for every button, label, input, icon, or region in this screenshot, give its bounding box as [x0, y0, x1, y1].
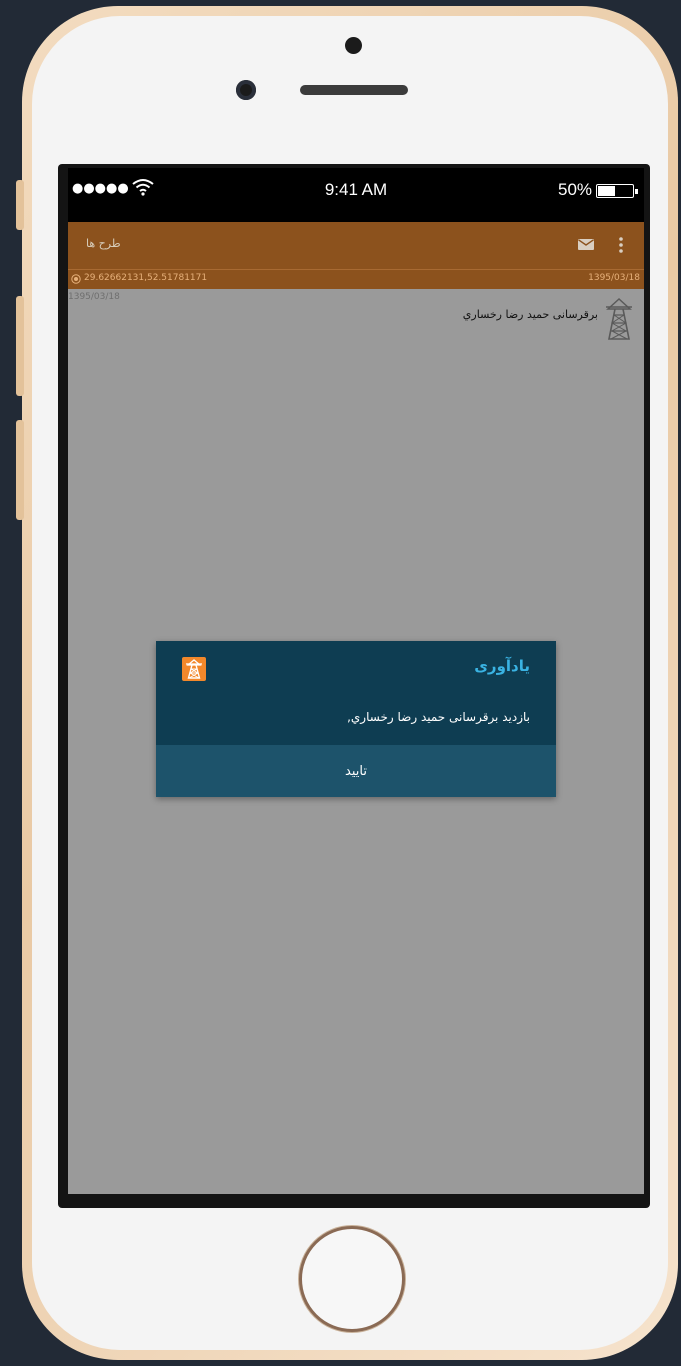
battery-level-fill: [598, 186, 615, 196]
power-tower-icon: [182, 657, 206, 681]
location-pin-icon: [71, 274, 81, 284]
reminder-dialog: یادآوری بازدید برقرسانی حمید رضا رخساري,…: [156, 641, 556, 797]
mute-switch: [16, 180, 24, 230]
list-item-title: برقرسانی حمید رضا رخساري: [462, 308, 598, 321]
more-vertical-icon[interactable]: [617, 236, 625, 254]
home-button[interactable]: [299, 1226, 405, 1332]
list-item[interactable]: 1395/03/18 برقرسانی حمید رضا رخساري: [68, 289, 644, 349]
dialog-message: بازدید برقرسانی حمید رضا رخساري,: [347, 710, 530, 724]
power-tower-icon: [606, 297, 632, 340]
location-bar: 29.62662131,52.51781171 1395/03/18: [68, 269, 644, 289]
toolbar-title[interactable]: طرح ها: [86, 237, 121, 250]
envelope-icon[interactable]: [578, 239, 594, 250]
earpiece-speaker: [300, 85, 408, 95]
status-bar: ●●●●● 9:41 AM 50%: [68, 168, 644, 222]
location-date: 1395/03/18: [588, 273, 640, 283]
volume-down-button: [16, 420, 24, 520]
battery-tip: [635, 189, 638, 194]
front-camera: [236, 80, 256, 100]
battery-icon: [596, 184, 634, 198]
battery-percentage: 50%: [558, 180, 593, 199]
app-screen: ●●●●● 9:41 AM 50% طرح ها 29.62662131,52.…: [68, 168, 644, 1194]
dialog-title: یادآوری: [474, 657, 530, 675]
gps-coordinates: 29.62662131,52.51781171: [84, 273, 208, 283]
volume-up-button: [16, 296, 24, 396]
proximity-sensor: [345, 37, 362, 54]
list-item-date: 1395/03/18: [68, 292, 120, 302]
confirm-button[interactable]: تایید: [156, 745, 556, 797]
app-toolbar: طرح ها: [68, 222, 644, 269]
